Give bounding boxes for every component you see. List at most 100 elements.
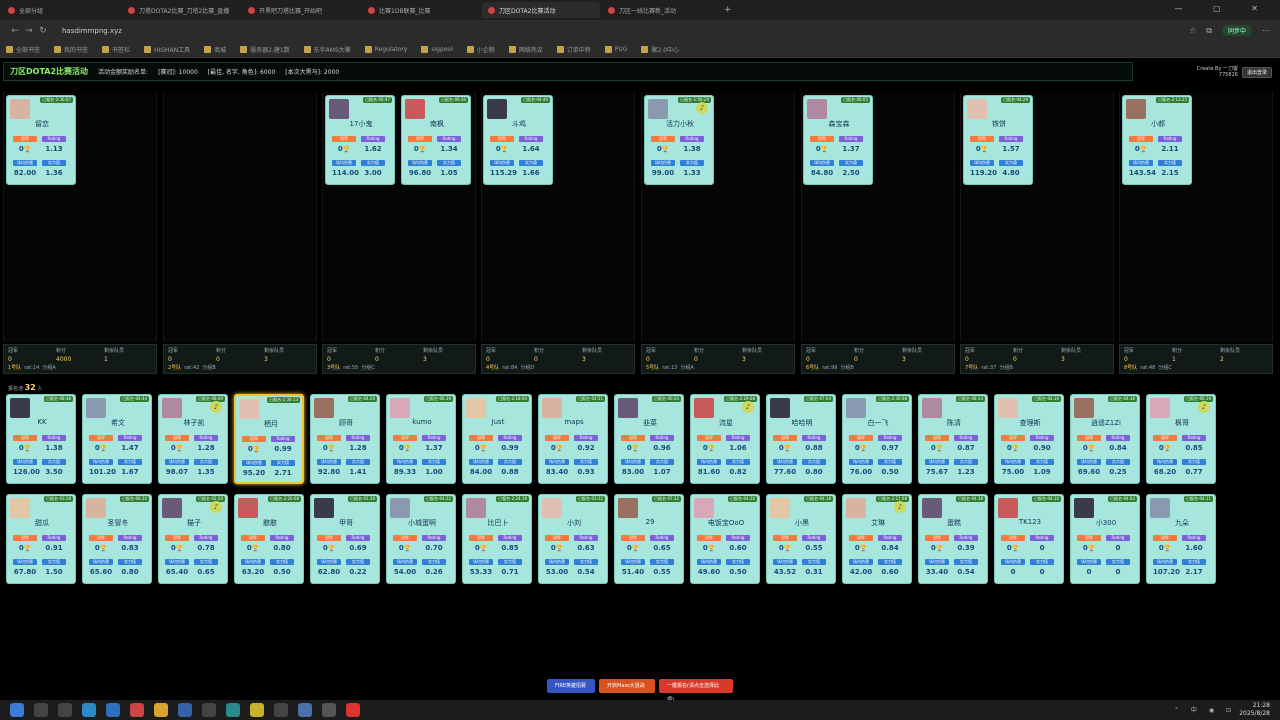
browser-tab[interactable]: 比赛1DB联赛_比赛 bbox=[362, 2, 480, 18]
speaker-icon[interactable]: ♪ bbox=[1198, 401, 1210, 413]
mass-battle-button[interactable]: 开启Mass大混战 bbox=[599, 679, 655, 693]
bookmark-item[interactable]: 东华AMS大聚 bbox=[303, 45, 351, 54]
back-icon[interactable]: ← bbox=[8, 26, 22, 36]
bookmark-item[interactable]: 书签栏 bbox=[102, 45, 130, 54]
stat-values-2: 53.33 0.71 bbox=[469, 568, 522, 576]
avatar bbox=[694, 398, 714, 418]
app-icon-active[interactable] bbox=[322, 703, 336, 717]
player-card[interactable]: 已报名-08:48 KK 冠军 Rating 0🏆 1.38 场均伤害 实力值 126.00 3.… bbox=[6, 394, 76, 484]
player-card[interactable]: 已报名-04:10 查理斯 冠军 Rating 0🏆 0.90 场均伤害 实力值 75.00 1.… bbox=[994, 394, 1064, 484]
player-card[interactable]: 已报名-07:32 29 冠军 Rating 0🏆 0.65 场均伤害 实力值 51.40 0.5… bbox=[614, 494, 684, 584]
fire-recruit-button[interactable]: FIRE英雄招募 bbox=[547, 679, 595, 693]
player-card[interactable]: 已报名-04:29 铁饼 冠军 Rating 0🏆 1.57 场均伤害 实力值 119.20 4.… bbox=[963, 95, 1033, 185]
player-card[interactable]: 已报名-08:34 陈清 冠军 Rating 0🏆 0.87 场均伤害 实力值 75.67 1.2… bbox=[918, 394, 988, 484]
star-icon[interactable]: ☆ bbox=[1189, 26, 1196, 35]
player-card[interactable]: 已报名-04:22 小城蛋啊 冠军 Rating 0🏆 0.70 场均伤害 实力值 54.00 0… bbox=[386, 494, 456, 584]
player-card[interactable]: 已报名-2:30:13 栖月 冠军 Rating 0🏆 0.99 场均伤害 实力值 95.20 2… bbox=[234, 394, 304, 484]
edge-icon[interactable] bbox=[82, 703, 96, 717]
player-card[interactable]: 已报名-2:30:07 留恋 冠军 Rating 0🏆 1.13 场均伤害 实力值 82.00 1… bbox=[6, 95, 76, 185]
player-card[interactable]: 已报名-04:26 电饭宝OoO 冠军 Rating 0🏆 0.60 场均伤害 实力值 49.6… bbox=[690, 494, 760, 584]
bookmark-item[interactable]: 我的书签 bbox=[54, 45, 88, 54]
player-card[interactable]: 已报名-04:51 maps 冠军 Rating 0🏆 0.92 场均伤害 实力值 83.40 0… bbox=[538, 394, 608, 484]
forward-icon[interactable]: → bbox=[22, 26, 36, 36]
sync-button[interactable]: 同步中 bbox=[1221, 25, 1252, 36]
app-icon-yellow[interactable] bbox=[250, 703, 264, 717]
bookmark-item[interactable]: 商城 bbox=[204, 45, 226, 54]
browser-tab[interactable]: 开黑吧刀塔比赛_开始吧 bbox=[242, 2, 360, 18]
bookmark-item[interactable]: Regulatory bbox=[364, 46, 407, 53]
system-tray[interactable]: ⌃ 中 ◉ ⊡ bbox=[1174, 705, 1236, 714]
app-icon-chrome[interactable] bbox=[154, 703, 168, 717]
player-card[interactable]: 已报名-00:47 17小鬼 冠军 Rating 0🏆 1.62 场均伤害 实力值 114.00… bbox=[325, 95, 395, 185]
player-card[interactable]: 已报名-06:39 kumo 冠军 Rating 0🏆 1.37 场均伤害 实力值 89.33 1… bbox=[386, 394, 456, 484]
extensions-icon[interactable]: ⧉ bbox=[1206, 26, 1212, 36]
quick-signup-button[interactable]: 一键报名(请点击选择此项) bbox=[659, 679, 733, 703]
app-icon-dark[interactable] bbox=[202, 703, 216, 717]
speaker-icon[interactable]: ♪ bbox=[210, 401, 222, 413]
menu-icon[interactable]: ⋯ bbox=[1262, 26, 1270, 35]
bookmark-item[interactable]: PUG bbox=[604, 46, 627, 53]
logout-button[interactable]: 退出登录 bbox=[1241, 66, 1272, 78]
bookmark-item[interactable]: 网络热议 bbox=[508, 45, 543, 54]
reload-icon[interactable]: ↻ bbox=[36, 26, 50, 36]
app-icon-blue[interactable] bbox=[178, 703, 192, 717]
player-card[interactable]: 已报名-2:18:00 Just 冠军 Rating 0🏆 0.99 场均伤害 实力值 84.0… bbox=[462, 394, 532, 484]
player-card[interactable]: 已报名-04:38 逍遥Z1Zi 冠军 Rating 0🏆 0.84 场均伤害 实力值 69.6… bbox=[1070, 394, 1140, 484]
clock[interactable]: 21:28 2025/8/28 bbox=[1239, 702, 1270, 718]
player-card[interactable]: 已报名-04:11 九朵 冠军 Rating 0🏆 1.60 场均伤害 实力值 107.20 2.… bbox=[1146, 494, 1216, 584]
player-card[interactable]: 已报名-04:18 小黑 冠军 Rating 0🏆 0.55 场均伤害 实力值 43.52 0.3… bbox=[766, 494, 836, 584]
player-card[interactable]: 已报名-2:30:08 白一飞 冠军 Rating 0🏆 0.97 场均伤害 实力值 76.00… bbox=[842, 394, 912, 484]
player-card[interactable]: 已报名-00:20 韭菜 冠军 Rating 0🏆 0.96 场均伤害 实力值 83.00 1.0… bbox=[614, 394, 684, 484]
speaker-icon[interactable]: ♪ bbox=[210, 501, 222, 513]
speaker-icon[interactable]: ♪ bbox=[894, 501, 906, 513]
player-card[interactable]: 已报名-06:19 ♪ 枫哥 冠军 Rating 0🏆 0.85 场均伤害 实力值 68.20 0.… bbox=[1146, 394, 1216, 484]
bookmark-item[interactable]: 服务器2.建1数 bbox=[240, 45, 290, 54]
player-card[interactable]: 已报名-2:24:19 比巴卜 冠军 Rating 0🏆 0.85 场均伤害 实力值 53.33… bbox=[462, 494, 532, 584]
browser-tab[interactable]: 刀区一线比赛新_活动 bbox=[602, 2, 720, 18]
browser-tab[interactable]: 全部分组 bbox=[2, 2, 120, 18]
task-view-icon[interactable] bbox=[58, 703, 72, 717]
player-card[interactable]: 已报名-08:49 ♪ 林子凯 冠军 Rating 0🏆 1.28 场均伤害 实力值 98.07 1… bbox=[158, 394, 228, 484]
search-icon[interactable] bbox=[34, 703, 48, 717]
stat-values: 0🏆 1.37 bbox=[810, 145, 863, 153]
player-card[interactable]: 已报名-04:40 斗鸡 冠军 Rating 0🏆 1.64 场均伤害 实力值 115.29 1.… bbox=[483, 95, 553, 185]
browser-icon[interactable] bbox=[106, 703, 120, 717]
speaker-icon[interactable]: ♪ bbox=[696, 102, 708, 114]
bookmark-item[interactable]: 小企鹅 bbox=[466, 45, 495, 54]
player-card[interactable]: 已报名-2:21:08 ♪ 艾琳 冠军 Rating 0🏆 0.84 场均伤害 实力值 42.00… bbox=[842, 494, 912, 584]
player-card[interactable]: 已报名-1:56:29 ♪ 活力小秋 冠军 Rating 0🏆 1.38 场均伤害 实力值 99.… bbox=[644, 95, 714, 185]
player-card[interactable]: 已报名-04:26 顾哥 冠军 Rating 0🏆 1.28 场均伤害 实力值 92.80 1.4… bbox=[310, 394, 380, 484]
bookmark-item[interactable]: HIGHAN工具 bbox=[144, 45, 190, 54]
browser-tab[interactable]: 刀塔DOTA2比赛_刀塔2比赛_直播 bbox=[122, 2, 240, 18]
windows-start-icon[interactable] bbox=[10, 703, 24, 717]
player-card[interactable]: 已报名-04:10 TK123 冠军 Rating 0🏆 0 场均伤害 实力值 0 0 bbox=[994, 494, 1064, 584]
window-controls[interactable]: — ▢ ✕ bbox=[1175, 4, 1272, 13]
bookmark-item[interactable]: 订单中转 bbox=[556, 45, 591, 54]
player-card[interactable]: 已报名-04:44 希文 冠军 Rating 0🏆 1.47 场均伤害 实力值 101.20 1.… bbox=[82, 394, 152, 484]
player-card[interactable]: 已报名-07:04 哈哈明 冠军 Rating 0🏆 0.88 场均伤害 实力值 77.60 0.… bbox=[766, 394, 836, 484]
player-card[interactable]: 已报名-00:30 南枫 冠军 Rating 0🏆 1.34 场均伤害 实力值 96.80 1.0… bbox=[401, 95, 471, 185]
player-card[interactable]: 已报名-02:20 ♪ 猫子 冠军 Rating 0🏆 0.78 场均伤害 实力值 65.40 0.… bbox=[158, 494, 228, 584]
player-card[interactable]: 已报名-04:02 小300 冠军 Rating 0🏆 0 场均伤害 实力值 0 0 bbox=[1070, 494, 1140, 584]
browser-tab[interactable]: 刀区DOTA2比赛活动 bbox=[482, 2, 600, 18]
player-card[interactable]: 已报名-2:13:25 小郝 冠军 Rating 0🏆 2.11 场均伤害 实力值 143.54… bbox=[1122, 95, 1192, 185]
player-card[interactable]: 已报名-03:28 甜瓜 冠军 Rating 0🏆 0.91 场均伤害 实力值 67.80 1.5… bbox=[6, 494, 76, 584]
player-card[interactable]: 已报名-06:30 圣冒冬 冠军 Rating 0🏆 0.83 场均伤害 实力值 65.60 0.… bbox=[82, 494, 152, 584]
app-icon-teal[interactable] bbox=[226, 703, 240, 717]
player-card[interactable]: 已报名-2:29:08 ♪ 流星 冠军 Rating 0🏆 1.06 场均伤害 实力值 81.60… bbox=[690, 394, 760, 484]
app-icon-gray[interactable] bbox=[274, 703, 288, 717]
bookmark-item[interactable]: 全部书签 bbox=[6, 45, 40, 54]
app-icon-red2[interactable] bbox=[346, 703, 360, 717]
app-icon-red[interactable] bbox=[130, 703, 144, 717]
player-card[interactable]: 已报名-2:20:08 憨憨 冠军 Rating 0🏆 0.80 场均伤害 实力值 63.20 0… bbox=[234, 494, 304, 584]
new-tab-icon[interactable]: + bbox=[724, 5, 732, 15]
player-card[interactable]: 已报名-03:22 小刘 冠军 Rating 0🏆 0.63 场均伤害 实力值 53.00 0.5… bbox=[538, 494, 608, 584]
player-card[interactable]: 已报名-01:39 甲哥 冠军 Rating 0🏆 0.69 场均伤害 实力值 62.80 0.2… bbox=[310, 494, 380, 584]
speaker-icon[interactable]: ♪ bbox=[742, 401, 754, 413]
app-icon-folder[interactable] bbox=[298, 703, 312, 717]
player-card[interactable]: 已报名-04:38 蛋糕 冠军 Rating 0🏆 0.39 场均伤害 实力值 33.40 0.5… bbox=[918, 494, 988, 584]
bookmark-item[interactable]: 聚2.0中心 bbox=[641, 45, 679, 54]
url-field[interactable]: hasdimmpng.xyz bbox=[62, 27, 122, 35]
player-card[interactable]: 已报名-00:05 森宝森 冠军 Rating 0🏆 1.37 场均伤害 实力值 84.80 2.… bbox=[803, 95, 873, 185]
bookmark-item[interactable]: sigpool bbox=[421, 46, 453, 53]
